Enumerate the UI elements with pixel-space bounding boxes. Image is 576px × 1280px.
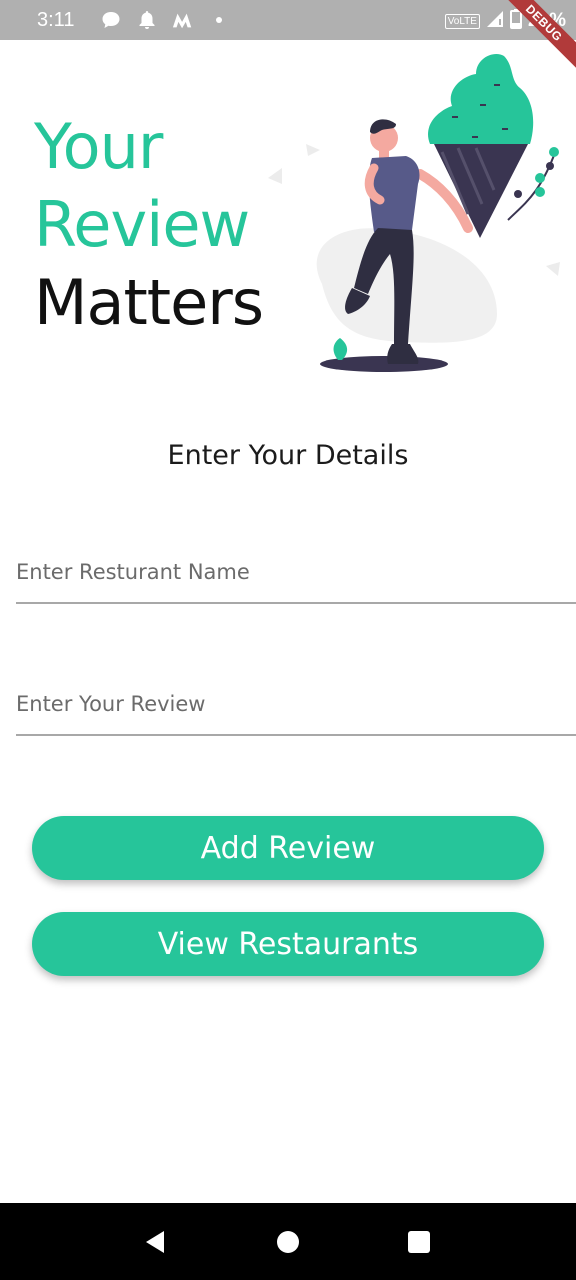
review-input[interactable]: [16, 692, 576, 716]
home-icon[interactable]: [273, 1227, 303, 1257]
person-with-ice-cream-illustration: [262, 44, 576, 384]
status-bar: 3:11 VoLTE 20%: [0, 0, 576, 40]
navigation-bar: [0, 1203, 576, 1280]
bell-icon: [136, 9, 158, 31]
status-time: 3:11: [37, 9, 75, 31]
back-icon[interactable]: [140, 1227, 170, 1257]
review-field[interactable]: [16, 666, 576, 736]
restaurant-name-input[interactable]: [16, 560, 576, 584]
volte-icon: VoLTE: [444, 13, 480, 29]
add-review-button[interactable]: Add Review: [32, 816, 544, 880]
title-line-review: Review: [34, 188, 250, 261]
form-heading: Enter Your Details: [167, 440, 409, 471]
view-restaurants-button[interactable]: View Restaurants: [32, 912, 544, 976]
dot-icon: [208, 9, 230, 31]
chat-bubble-icon: [100, 9, 122, 31]
signal-icon: [486, 10, 504, 32]
restaurant-name-field[interactable]: [16, 534, 576, 604]
recent-apps-icon[interactable]: [404, 1227, 434, 1257]
notification-icons: [100, 9, 230, 31]
m-logo-icon: [172, 9, 194, 31]
page-title: Your Review Matters: [34, 108, 264, 342]
title-line-your: Your: [34, 110, 163, 183]
title-line-matters: Matters: [34, 266, 264, 339]
